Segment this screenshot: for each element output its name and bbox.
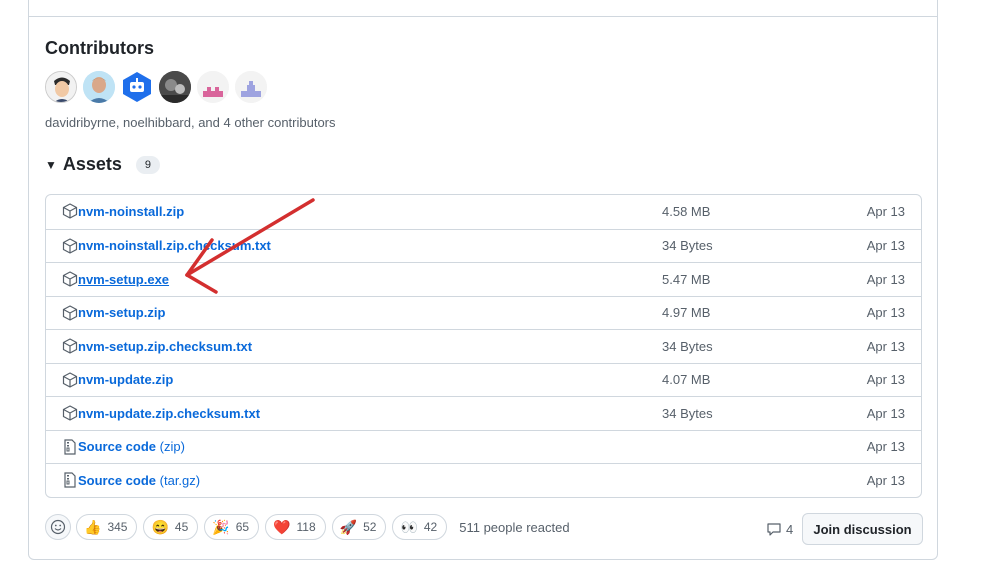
reaction-count: 118: [296, 520, 316, 534]
heart-icon: ❤️: [273, 519, 291, 535]
file-zip-icon: [64, 472, 76, 488]
asset-link[interactable]: Source code (tar.gz): [78, 473, 200, 488]
avatar[interactable]: [45, 71, 77, 103]
asset-date: Apr 13: [866, 372, 905, 388]
reaction-count: 52: [363, 520, 377, 534]
asset-size: 4.97 MB: [662, 305, 711, 321]
reaction-eyes[interactable]: 👀 42: [392, 514, 448, 540]
comment-count[interactable]: 4: [766, 521, 793, 537]
assets-toggle[interactable]: ▼ Assets 9: [45, 154, 160, 175]
asset-size: 5.47 MB: [662, 271, 711, 287]
reactions-bar: 👍 345 😄 45 🎉 65 ❤️ 118 🚀 52 👀 42 511 peo…: [45, 514, 570, 540]
asset-row: Source code (tar.gz) Apr 13: [46, 463, 921, 497]
asset-size: 34 Bytes: [662, 238, 713, 254]
reaction-count: 42: [423, 520, 438, 534]
join-discussion-button[interactable]: Join discussion: [802, 513, 923, 545]
reaction-count: 45: [174, 520, 189, 534]
reactions-summary: 511 people reacted: [459, 519, 570, 535]
asset-date: Apr 13: [866, 271, 905, 287]
asset-row: nvm-noinstall.zip.checksum.txt 34 Bytes …: [46, 228, 921, 263]
asset-link[interactable]: nvm-update.zip: [78, 372, 173, 387]
reaction-thumbs-up[interactable]: 👍 345: [76, 514, 138, 540]
asset-row: nvm-setup.zip.checksum.txt 34 Bytes Apr …: [46, 329, 921, 363]
package-icon: [62, 203, 78, 219]
asset-date: Apr 13: [866, 472, 905, 488]
asset-row: nvm-setup.zip 4.97 MB Apr 13: [46, 295, 921, 330]
asset-size: 4.58 MB: [662, 204, 711, 220]
reaction-tada[interactable]: 🎉 65: [204, 514, 260, 540]
asset-row: nvm-update.zip.checksum.txt 34 Bytes Apr…: [46, 396, 921, 430]
contributors-summary: davidribyrne, noelhibbard, and 4 other c…: [45, 115, 336, 130]
reaction-count: 65: [235, 520, 250, 534]
package-icon: [62, 338, 78, 354]
smiley-icon: [50, 519, 66, 535]
asset-date: Apr 13: [866, 405, 905, 421]
asset-date: Apr 13: [866, 439, 905, 455]
reaction-laugh[interactable]: 😄 45: [143, 514, 199, 540]
caret-down-icon: ▼: [45, 157, 57, 172]
avatar[interactable]: [235, 71, 267, 103]
eyes-icon: 👀: [400, 519, 418, 535]
asset-link[interactable]: nvm-setup.zip.checksum.txt: [78, 339, 252, 354]
section-divider: [28, 16, 938, 17]
asset-size: 34 Bytes: [662, 338, 713, 354]
asset-size: 34 Bytes: [662, 405, 713, 421]
asset-row: nvm-update.zip 4.07 MB Apr 13: [46, 362, 921, 397]
file-zip-icon: [64, 438, 76, 455]
rocket-icon: 🚀: [339, 519, 358, 535]
package-icon: [62, 237, 78, 254]
asset-size: 4.07 MB: [662, 372, 711, 388]
asset-row: nvm-noinstall.zip 4.58 MB Apr 13: [46, 195, 921, 229]
asset-row: nvm-setup.exe 5.47 MB Apr 13: [46, 262, 921, 296]
asset-link[interactable]: Source code (zip): [78, 439, 185, 454]
reaction-rocket[interactable]: 🚀 52: [331, 514, 387, 540]
comment-count-value: 4: [786, 521, 794, 537]
contributors-heading: Contributors: [45, 38, 154, 58]
assets-heading: Assets: [62, 154, 122, 174]
asset-row: Source code (zip) Apr 13: [46, 429, 921, 464]
package-icon: [62, 271, 78, 287]
thumbs-up-icon: 👍: [84, 519, 102, 535]
asset-link[interactable]: nvm-noinstall.zip: [78, 204, 184, 219]
asset-link[interactable]: nvm-update.zip.checksum.txt: [78, 406, 260, 421]
assets-count-badge: 9: [135, 155, 160, 174]
avatar[interactable]: [197, 71, 229, 103]
package-icon: [62, 371, 78, 388]
asset-date: Apr 13: [866, 238, 905, 254]
asset-link[interactable]: nvm-noinstall.zip.checksum.txt: [78, 238, 271, 253]
asset-date: Apr 13: [866, 338, 905, 354]
reaction-heart[interactable]: ❤️ 118: [265, 514, 326, 540]
add-reaction-button[interactable]: [45, 514, 71, 540]
asset-date: Apr 13: [866, 305, 905, 321]
avatar[interactable]: [83, 71, 115, 103]
asset-link[interactable]: nvm-setup.zip: [78, 305, 165, 320]
comment-icon: [767, 523, 781, 536]
avatar[interactable]: [159, 71, 191, 103]
contributor-avatars: [45, 71, 267, 103]
laugh-icon: 😄: [151, 519, 169, 535]
reaction-count: 345: [107, 520, 128, 534]
package-icon: [62, 405, 78, 421]
package-icon: [62, 304, 78, 321]
assets-list: nvm-noinstall.zip 4.58 MB Apr 13 nvm-noi…: [45, 194, 922, 498]
avatar[interactable]: [121, 71, 153, 103]
tada-icon: 🎉: [212, 519, 230, 535]
asset-link[interactable]: nvm-setup.exe: [78, 272, 169, 287]
asset-date: Apr 13: [866, 204, 905, 220]
